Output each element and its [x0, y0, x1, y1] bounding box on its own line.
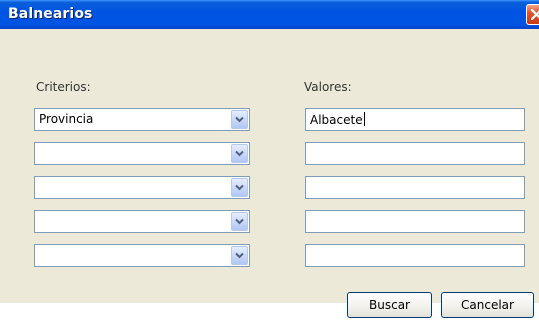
criterion-select-3[interactable]	[34, 176, 250, 199]
chevron-down-icon	[235, 150, 244, 157]
chevron-down-icon	[235, 218, 244, 225]
value-input-4[interactable]	[305, 210, 525, 233]
value-input-3[interactable]	[305, 176, 525, 199]
criterion-select-value: Provincia	[39, 112, 94, 126]
value-input-5[interactable]	[305, 244, 525, 267]
value-input-2[interactable]	[305, 142, 525, 165]
title-bar[interactable]: Balnearios	[0, 0, 539, 29]
dropdown-button[interactable]	[231, 246, 248, 265]
criterion-select-2[interactable]	[34, 142, 250, 165]
criterion-select-5[interactable]	[34, 244, 250, 267]
window-title: Balnearios	[8, 6, 93, 22]
text-caret	[363, 112, 365, 126]
dropdown-button[interactable]	[231, 110, 248, 129]
dropdown-button[interactable]	[231, 178, 248, 197]
search-button[interactable]: Buscar	[347, 292, 432, 318]
criterion-select-1[interactable]: Provincia	[34, 108, 250, 131]
cancel-button[interactable]: Cancelar	[441, 292, 534, 318]
close-icon	[531, 9, 539, 20]
dropdown-button[interactable]	[231, 212, 248, 231]
dropdown-button[interactable]	[231, 144, 248, 163]
chevron-down-icon	[235, 184, 244, 191]
close-button[interactable]	[526, 4, 539, 25]
criterion-select-4[interactable]	[34, 210, 250, 233]
chevron-down-icon	[235, 252, 244, 259]
criteria-label: Criterios:	[36, 80, 91, 94]
dialog-window: Balnearios Criterios: Valores: Provincia…	[0, 0, 539, 303]
values-label: Valores:	[304, 80, 352, 94]
value-input-1[interactable]: Albacete	[305, 108, 525, 131]
value-input-text: Albacete	[310, 112, 365, 127]
chevron-down-icon	[235, 116, 244, 123]
